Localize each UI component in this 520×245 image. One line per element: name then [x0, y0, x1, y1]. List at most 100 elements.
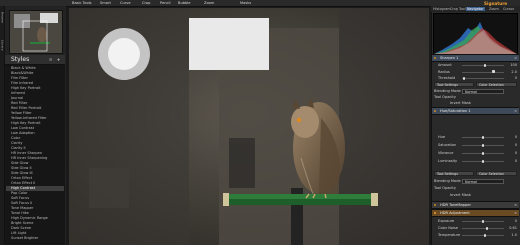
style-list-item[interactable]: Film Filter	[6, 76, 64, 81]
style-list-item[interactable]: HR Inner Sharpen	[6, 151, 64, 156]
style-list-item[interactable]: Side Glow II	[6, 166, 64, 171]
style-list-item[interactable]: Low Adaption	[6, 131, 64, 136]
sharpen-slider-row: Amount 100	[432, 62, 519, 68]
styles-add-icon[interactable]: ✚	[57, 58, 60, 62]
huesat-blending-select[interactable]: Normal	[462, 178, 504, 184]
sharpen-slider-value[interactable]: 100	[510, 63, 517, 67]
sharpen-slider-track[interactable]	[462, 78, 504, 79]
style-list-item[interactable]: High Key Portrait	[6, 86, 64, 91]
style-list-item[interactable]: Yellow-Infrared Filter	[6, 116, 64, 121]
sharpen-invert-mask[interactable]: Invert Mask	[450, 101, 471, 106]
preview-thumbnail[interactable]	[9, 10, 63, 54]
hdr_adjustment-slider-value[interactable]: 0	[515, 219, 517, 223]
huesat-slider-value[interactable]: 0	[515, 159, 517, 163]
menu-masks[interactable]: Masks	[240, 1, 251, 5]
section-toggle-icon[interactable]	[434, 211, 437, 214]
styles-list-icon[interactable]: ☰	[49, 58, 52, 62]
hdr_adjustment-slider-handle[interactable]	[481, 219, 485, 223]
section-menu-icon[interactable]: ≡	[514, 203, 517, 207]
sharpen-section-header[interactable]: Sharpen 1 ≡	[432, 54, 519, 62]
huesat-slider-value[interactable]: 0	[515, 135, 517, 139]
hdr_adjustment-slider-value[interactable]: 1.0	[511, 233, 517, 237]
section-toggle-icon[interactable]	[434, 109, 437, 112]
section-toggle-icon[interactable]	[434, 56, 437, 59]
style-list-item[interactable]: High Key Portrait	[6, 121, 64, 126]
style-list-item[interactable]: Clarity II	[6, 146, 64, 151]
huesat-slider-label: Hue	[438, 135, 446, 139]
style-list-item[interactable]: Yellow Filter	[6, 111, 64, 116]
huesat-color-selection-button[interactable]: Color Selection	[476, 170, 517, 176]
style-list-item[interactable]: Tone Mapper	[6, 206, 64, 211]
huesat-slider-row: Luminosity 0	[432, 158, 519, 164]
style-list-item[interactable]: Orton Effect II	[6, 181, 64, 186]
sharpen-slider-handle[interactable]	[462, 76, 466, 80]
right-tab[interactable]: Navigator	[466, 7, 485, 11]
sharpen-tool-settings-button[interactable]: Tool Settings	[434, 81, 474, 87]
style-list-item[interactable]: Bright Scene	[6, 221, 64, 226]
sharpen-slider-handle[interactable]	[483, 63, 487, 67]
style-list-item[interactable]: Sunset Brighter	[6, 236, 64, 241]
style-list-item[interactable]: Infrared	[6, 91, 64, 96]
style-list-item[interactable]: Red Filter	[6, 101, 64, 106]
menu-zoom[interactable]: Zoom	[204, 1, 214, 5]
style-list-item[interactable]: HR Inner Sharpening	[6, 156, 64, 161]
menu-basic-tools[interactable]: Basic Tools	[72, 1, 92, 5]
style-list-item[interactable]: Color	[6, 136, 64, 141]
left-tab-browse[interactable]: Browse	[0, 12, 4, 23]
style-list-item[interactable]: Red Filter Portrait	[6, 106, 64, 111]
menu-crop[interactable]: Crop	[142, 1, 150, 5]
right-tab[interactable]: Cursor	[502, 7, 515, 11]
section-menu-icon[interactable]: ≡	[514, 56, 517, 60]
style-list-item[interactable]: High Dynamic Range	[6, 216, 64, 221]
tonemapper-section-header[interactable]: HDR ToneMapper ≡	[432, 201, 519, 209]
style-list-item[interactable]: Dark Scene	[6, 226, 64, 231]
style-list-item[interactable]: Orton Effect	[6, 176, 64, 181]
huesat-tool-settings-button[interactable]: Tool Settings	[434, 170, 474, 176]
style-list-item[interactable]: Tonal Hike	[6, 211, 64, 216]
huesat-slider-handle[interactable]	[481, 151, 485, 155]
sharpen-blending-select[interactable]: Normal	[462, 88, 504, 94]
huesat-slider-value[interactable]: 0	[515, 143, 517, 147]
huesat-tool-buttons: Tool Settings Color Selection	[432, 170, 519, 176]
style-list-item[interactable]: Clarity	[6, 141, 64, 146]
menu-bubble[interactable]: Bubble	[178, 1, 191, 5]
section-menu-icon[interactable]: ≡	[514, 109, 517, 113]
style-list-item[interactable]: Pop Color	[6, 191, 64, 196]
hdr_adjustment-slider-value[interactable]: 0.61	[509, 226, 517, 230]
huesat-slider-handle[interactable]	[481, 143, 485, 147]
image-canvas[interactable]	[69, 8, 429, 245]
style-list-item[interactable]: Lift Light	[6, 231, 64, 236]
right-tab[interactable]: Crop Tool	[449, 7, 467, 11]
menu-curve[interactable]: Curve	[120, 1, 131, 5]
section-menu-icon[interactable]: ≡	[514, 211, 517, 215]
huesat-section-header[interactable]: Hue/Saturation 1 ≡	[432, 107, 519, 115]
menu-smart[interactable]: Smart	[100, 1, 111, 5]
style-list-item[interactable]: Low Contrast	[6, 126, 64, 131]
sharpen-slider-value[interactable]: 0	[515, 76, 517, 80]
huesat-invert-mask[interactable]: Invert Mask	[450, 193, 471, 198]
style-list-item[interactable]: Film Infrared	[6, 81, 64, 86]
left-tab-library[interactable]: Library	[0, 40, 4, 51]
huesat-slider-value[interactable]: 0	[515, 151, 517, 155]
sharpen-slider-value[interactable]: 2.0	[511, 70, 517, 74]
section-toggle-icon[interactable]	[434, 203, 437, 206]
style-list-item[interactable]: Soft Focus	[6, 196, 64, 201]
sharpen-blending-label: Blending Mode	[434, 89, 461, 93]
style-list-item[interactable]: Side Glow	[6, 161, 64, 166]
sharpen-slider-track[interactable]	[462, 71, 504, 73]
hdr-adjustment-section-header[interactable]: HDR Adjustment ≡	[432, 209, 519, 217]
style-list-item[interactable]: Black&White	[6, 71, 64, 76]
style-list-item[interactable]: High Contrast	[6, 186, 64, 191]
sharpen-color-selection-button[interactable]: Color Selection	[476, 81, 517, 87]
style-list-item[interactable]: Soft Focus II	[6, 201, 64, 206]
sharpen-slider-handle[interactable]	[492, 70, 495, 74]
style-list-item[interactable]: Black & White	[6, 66, 64, 71]
right-tab[interactable]: Zoom	[488, 7, 500, 11]
huesat-slider-handle[interactable]	[481, 135, 485, 139]
hdr_adjustment-slider-track[interactable]	[462, 228, 504, 229]
huesat-slider-handle[interactable]	[481, 159, 485, 163]
style-list-item[interactable]: Side Glow III	[6, 171, 64, 176]
hdr_adjustment-slider-handle[interactable]	[483, 233, 487, 237]
menu-pencil[interactable]: Pencil	[160, 1, 171, 5]
style-list-item[interactable]: Journal	[6, 96, 64, 101]
